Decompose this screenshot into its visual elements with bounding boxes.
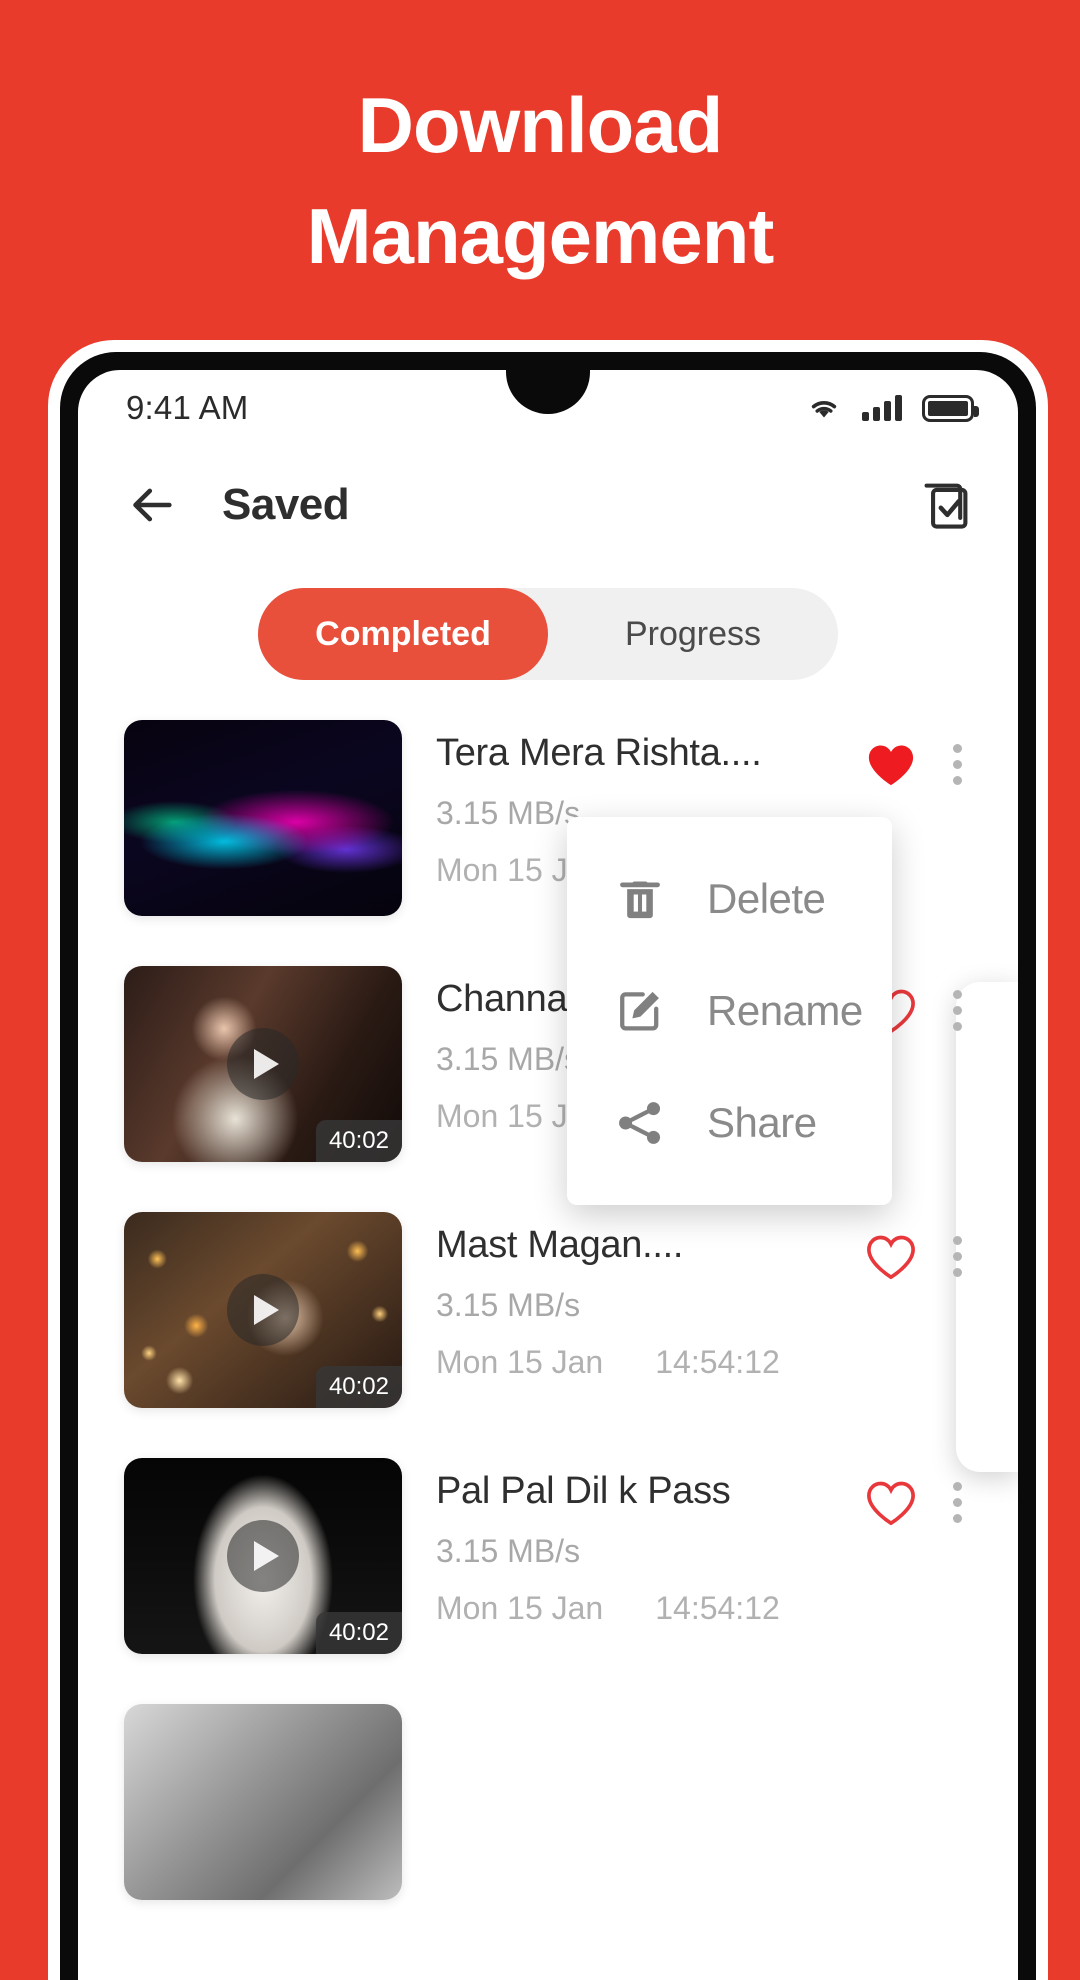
item-time: 14:54:12 <box>655 1590 780 1626</box>
menu-item-share-label: Share <box>707 1099 817 1146</box>
table-row[interactable] <box>124 1704 972 1900</box>
status-bar-icons <box>806 392 979 425</box>
tab-completed-label: Completed <box>315 614 491 653</box>
menu-item-rename-label: Rename <box>707 987 863 1034</box>
more-options-icon[interactable] <box>943 984 972 1037</box>
item-speed: 3.15 MB/s <box>436 1533 581 1569</box>
item-date: Mon 15 Jan <box>436 1590 604 1626</box>
menu-item-delete-label: Delete <box>707 875 826 922</box>
thumbnail-image[interactable] <box>124 1704 402 1900</box>
item-title: Tera Mera Rishta.... <box>436 732 762 774</box>
duration-badge: 40:02 <box>315 1120 402 1162</box>
phone-bezel: 9:41 AM Saved Completed Progress Tera Me… <box>60 352 1036 1980</box>
trash-icon <box>613 872 667 926</box>
edit-pencil-icon <box>613 984 667 1038</box>
item-time: 14:54:12 <box>655 1344 780 1380</box>
favorite-heart-icon[interactable] <box>865 741 917 789</box>
item-title: Mast Magan.... <box>436 1224 684 1266</box>
more-options-icon[interactable] <box>943 1230 972 1283</box>
phone-mockup: 9:41 AM Saved Completed Progress Tera Me… <box>48 340 1048 1980</box>
select-all-checkbox-icon[interactable] <box>918 477 974 533</box>
thumbnail-image[interactable] <box>124 720 402 916</box>
menu-item-share[interactable]: Share <box>567 1067 892 1179</box>
tab-progress[interactable]: Progress <box>548 588 838 680</box>
more-options-icon[interactable] <box>943 738 972 791</box>
play-icon[interactable] <box>227 1520 299 1592</box>
item-meta: Pal Pal Dil k Pass 3.15 MB/s Mon 15 Jan … <box>402 1458 865 1627</box>
item-date: Mon 15 Jan <box>436 1344 604 1380</box>
item-actions <box>865 1458 972 1529</box>
thumbnail-image[interactable]: 40:02 <box>124 1212 402 1408</box>
share-nodes-icon <box>613 1096 667 1150</box>
favorite-heart-icon[interactable] <box>865 1233 917 1281</box>
promo-headline: Download Management <box>0 70 1080 292</box>
duration-badge: 40:02 <box>315 1366 402 1408</box>
page-title: Saved <box>222 480 350 529</box>
table-row[interactable]: 40:02 Pal Pal Dil k Pass 3.15 MB/s Mon 1… <box>124 1458 972 1654</box>
menu-item-delete[interactable]: Delete <box>567 843 892 955</box>
tab-switcher: Completed Progress <box>258 588 838 680</box>
table-row[interactable]: 40:02 Mast Magan.... 3.15 MB/s Mon 15 Ja… <box>124 1212 972 1408</box>
item-speed: 3.15 MB/s <box>436 1287 581 1323</box>
item-datetime: Mon 15 Jan 14:54:12 <box>436 1344 865 1381</box>
back-arrow-icon[interactable] <box>126 479 178 531</box>
item-meta: Mast Magan.... 3.15 MB/s Mon 15 Jan 14:5… <box>402 1212 865 1381</box>
context-menu: Delete Rename Share <box>567 817 892 1205</box>
app-bar: Saved <box>78 446 1018 564</box>
promo-line-1: Download <box>357 81 724 169</box>
duration-badge: 40:02 <box>315 1612 402 1654</box>
play-icon[interactable] <box>227 1274 299 1346</box>
phone-screen: 9:41 AM Saved Completed Progress Tera Me… <box>78 370 1018 1980</box>
favorite-heart-icon[interactable] <box>865 1479 917 1527</box>
thumbnail-image[interactable]: 40:02 <box>124 1458 402 1654</box>
more-options-icon[interactable] <box>943 1476 972 1529</box>
menu-item-rename[interactable]: Rename <box>567 955 892 1067</box>
item-datetime: Mon 15 Jan 14:54:12 <box>436 1590 865 1627</box>
status-bar-time: 9:41 AM <box>126 389 249 426</box>
tab-completed[interactable]: Completed <box>258 588 548 680</box>
cellular-signal-icon <box>862 395 902 421</box>
item-meta <box>402 1704 972 1716</box>
tab-progress-label: Progress <box>624 614 762 653</box>
battery-full-icon <box>922 394 979 422</box>
thumbnail-image[interactable]: 40:02 <box>124 966 402 1162</box>
item-title: Pal Pal Dil k Pass <box>436 1470 731 1512</box>
promo-line-2: Management <box>306 191 775 280</box>
wifi-icon <box>806 392 842 425</box>
item-actions <box>865 1212 972 1283</box>
item-actions <box>865 720 972 791</box>
play-icon[interactable] <box>227 1028 299 1100</box>
